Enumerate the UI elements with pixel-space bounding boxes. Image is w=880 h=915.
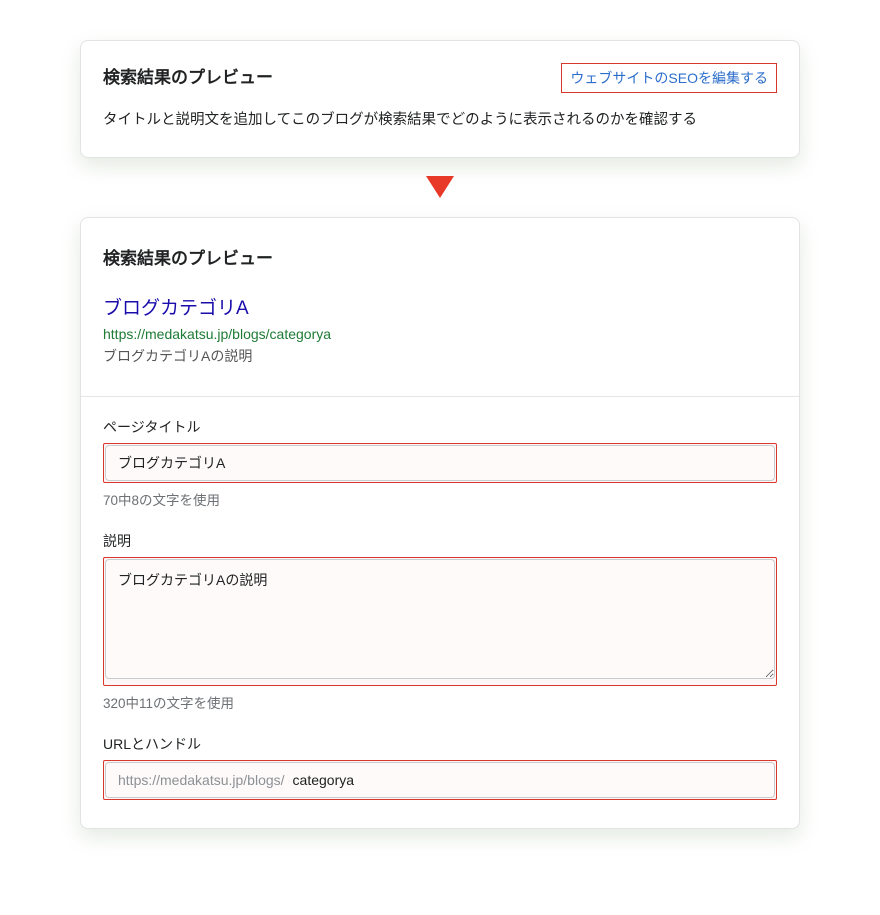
preview-section: 検索結果のプレビュー ブログカテゴリA https://medakatsu.jp… bbox=[81, 218, 799, 376]
description-counter: 320中11の文字を使用 bbox=[103, 692, 777, 712]
description-label: 説明 bbox=[103, 531, 777, 551]
url-prefix: https://medakatsu.jp/blogs/ bbox=[106, 763, 289, 797]
seo-preview-card-collapsed: 検索結果のプレビュー ウェブサイトのSEOを編集する タイトルと説明文を追加して… bbox=[80, 40, 800, 158]
page-title-group: ページタイトル 70中8の文字を使用 bbox=[103, 417, 777, 509]
arrow-indicator bbox=[80, 176, 800, 203]
card-header: 検索結果のプレビュー ウェブサイトのSEOを編集する bbox=[103, 63, 777, 93]
seo-preview-card-expanded: 検索結果のプレビュー ブログカテゴリA https://medakatsu.jp… bbox=[80, 217, 800, 829]
description-group: 説明 320中11の文字を使用 bbox=[103, 531, 777, 712]
card-description: タイトルと説明文を追加してこのブログが検索結果でどのように表示されるのかを確認す… bbox=[103, 107, 777, 133]
url-handle-input[interactable] bbox=[289, 763, 774, 797]
card-title: 検索結果のプレビュー bbox=[103, 63, 273, 88]
card-title: 検索結果のプレビュー bbox=[103, 244, 777, 269]
url-handle-group: URLとハンドル https://medakatsu.jp/blogs/ bbox=[103, 734, 777, 800]
search-result-url: https://medakatsu.jp/blogs/categorya bbox=[103, 326, 777, 342]
edit-seo-link[interactable]: ウェブサイトのSEOを編集する bbox=[561, 63, 777, 93]
highlight-wrap: https://medakatsu.jp/blogs/ bbox=[103, 760, 777, 800]
page-title-label: ページタイトル bbox=[103, 417, 777, 437]
search-result-title: ブログカテゴリA bbox=[103, 293, 777, 320]
highlight-wrap bbox=[103, 443, 777, 483]
url-handle-label: URLとハンドル bbox=[103, 734, 777, 754]
description-input[interactable] bbox=[105, 559, 775, 679]
url-field: https://medakatsu.jp/blogs/ bbox=[105, 762, 775, 798]
arrow-down-icon bbox=[426, 176, 454, 198]
page-title-counter: 70中8の文字を使用 bbox=[103, 489, 777, 509]
seo-form: ページタイトル 70中8の文字を使用 説明 320中11の文字を使用 URLとハ… bbox=[81, 397, 799, 828]
highlight-wrap bbox=[103, 557, 777, 686]
page-title-input[interactable] bbox=[105, 445, 775, 481]
search-result-description: ブログカテゴリAの説明 bbox=[103, 346, 777, 366]
